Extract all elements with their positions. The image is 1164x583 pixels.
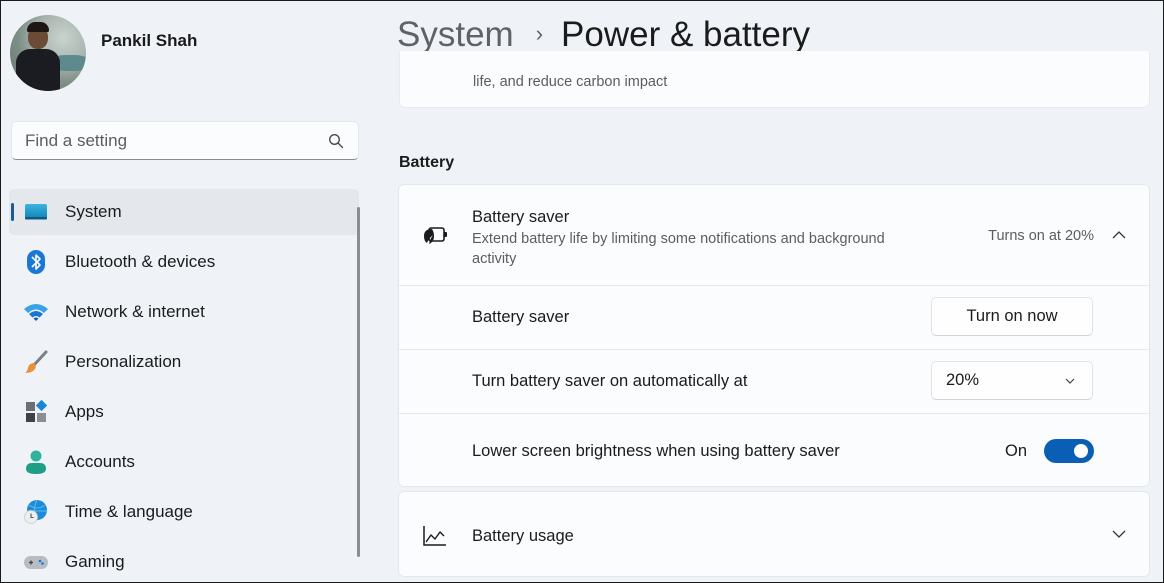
user-profile[interactable]: Pankil Shah <box>10 15 197 91</box>
sidebar-item-label: System <box>65 202 122 221</box>
lower-brightness-label: Lower screen brightness when using batte… <box>472 442 840 460</box>
sidebar-nav: System Bluetooth & devices Network & int… <box>9 189 359 582</box>
bluetooth-icon <box>23 250 49 274</box>
chevron-down-icon <box>1065 378 1075 384</box>
battery-saver-card: Battery saver Extend battery life by lim… <box>398 184 1150 487</box>
chart-line-icon <box>423 526 446 546</box>
avatar[interactable] <box>10 15 86 91</box>
wifi-icon <box>23 300 49 324</box>
battery-saver-status: Turns on at 20% <box>988 228 1094 244</box>
main-content: System › Power & battery life, and reduc… <box>379 1 1163 582</box>
breadcrumb-parent[interactable]: System <box>397 15 514 55</box>
page-title: Power & battery <box>561 15 811 54</box>
sidebar-item-label: Bluetooth & devices <box>65 252 216 271</box>
battery-saver-now-label: Battery saver <box>472 308 570 326</box>
selection-indicator <box>11 203 14 221</box>
battery-saver-title: Battery saver <box>472 208 570 226</box>
toggle-knob <box>1074 444 1088 458</box>
breadcrumb: System › Power & battery <box>397 15 810 55</box>
sidebar-item-bluetooth[interactable]: Bluetooth & devices <box>9 239 359 285</box>
lower-brightness-row: Lower screen brightness when using batte… <box>399 413 1149 487</box>
sidebar: Pankil Shah System <box>1 1 371 582</box>
system-icon <box>23 200 49 224</box>
search-box[interactable] <box>11 121 359 160</box>
profile-name: Pankil Shah <box>101 31 198 50</box>
brush-icon <box>23 350 49 374</box>
sidebar-item-gaming[interactable]: Gaming <box>9 539 359 582</box>
sidebar-item-apps[interactable]: Apps <box>9 389 359 435</box>
apps-icon <box>23 400 49 424</box>
battery-saver-header[interactable]: Battery saver Extend battery life by lim… <box>399 185 1149 285</box>
battery-saver-icon <box>424 227 447 244</box>
sidebar-item-personalization[interactable]: Personalization <box>9 339 359 385</box>
sidebar-scrollbar[interactable] <box>357 207 360 557</box>
chevron-right-icon: › <box>535 21 544 46</box>
sidebar-item-system[interactable]: System <box>9 189 359 235</box>
energy-recommendations-card[interactable]: life, and reduce carbon impact <box>399 51 1150 108</box>
search-icon[interactable] <box>328 133 344 149</box>
sidebar-item-label: Personalization <box>65 352 182 371</box>
turn-on-now-button[interactable]: Turn on now <box>931 297 1093 336</box>
sidebar-item-label: Gaming <box>65 552 125 571</box>
toggle-state-label: On <box>1004 442 1027 460</box>
search-input[interactable] <box>25 130 328 151</box>
battery-saver-description: Extend battery life by limiting some not… <box>472 231 885 267</box>
globe-clock-icon <box>23 499 49 524</box>
sidebar-item-label: Apps <box>65 402 104 421</box>
person-icon <box>23 450 49 474</box>
sidebar-item-label: Network & internet <box>65 302 205 321</box>
sidebar-item-network[interactable]: Network & internet <box>9 289 359 335</box>
gamepad-icon <box>23 550 49 574</box>
battery-usage-title: Battery usage <box>472 527 574 545</box>
battery-threshold-select[interactable]: 20% <box>931 361 1093 400</box>
sidebar-item-label: Time & language <box>65 502 193 521</box>
sidebar-item-accounts[interactable]: Accounts <box>9 439 359 485</box>
select-value: 20% <box>946 371 980 389</box>
battery-saver-auto-row: Turn battery saver on automatically at 2… <box>399 349 1149 413</box>
battery-usage-card[interactable]: Battery usage <box>398 491 1150 577</box>
sidebar-item-label: Accounts <box>65 452 135 471</box>
sidebar-item-time-language[interactable]: Time & language <box>9 489 359 535</box>
section-title-battery: Battery <box>399 154 455 171</box>
chevron-down-icon[interactable] <box>1111 526 1127 542</box>
battery-saver-auto-label: Turn battery saver on automatically at <box>472 372 748 390</box>
card-description: life, and reduce carbon impact <box>473 74 668 90</box>
battery-saver-now-row: Battery saver Turn on now <box>399 285 1149 349</box>
lower-brightness-toggle[interactable] <box>1044 439 1094 463</box>
settings-window: Pankil Shah System <box>0 0 1164 583</box>
chevron-up-icon[interactable] <box>1111 227 1127 243</box>
